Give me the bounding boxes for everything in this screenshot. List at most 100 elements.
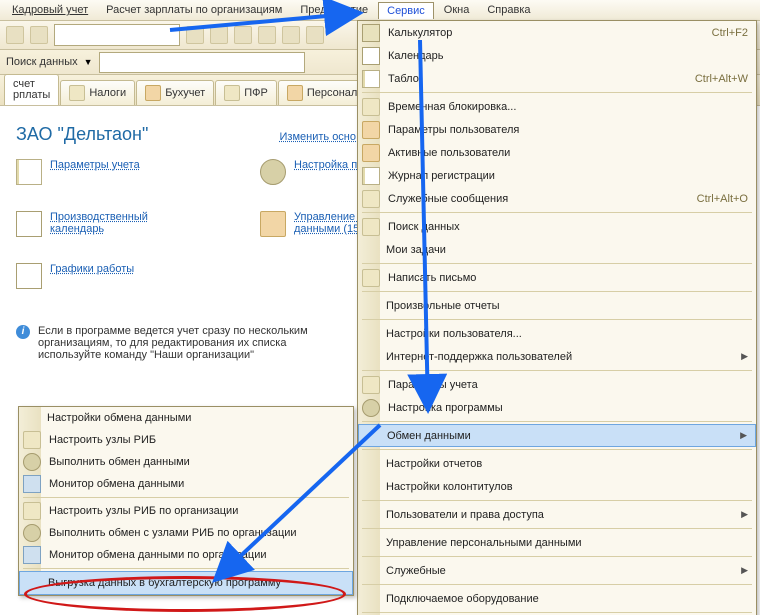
exchange-label: Выполнить обмен с узлами РИБ по организа…	[49, 527, 345, 539]
service-item-1[interactable]: Календарь	[358, 44, 756, 67]
service-item-21[interactable]: Настройка программы	[358, 396, 756, 419]
service-item-18[interactable]: Интернет-поддержка пользователей▶	[358, 345, 756, 368]
exchange-item-3[interactable]: Монитор обмена данными	[19, 473, 353, 495]
service-item-20[interactable]: Параметры учета	[358, 373, 756, 396]
toolbar-btn-5[interactable]	[234, 26, 252, 44]
menu-windows[interactable]: Окна	[436, 2, 478, 18]
exchange-item-7[interactable]: Монитор обмена данными по организации	[19, 544, 353, 566]
exchange-label: Монитор обмена данными	[49, 478, 345, 490]
toolbar-btn-3[interactable]	[186, 26, 204, 44]
service-label: Календарь	[388, 50, 748, 62]
edit-link[interactable]: Изменить осно	[280, 131, 356, 143]
service-label: Калькулятор	[388, 27, 704, 39]
exchange-item-6[interactable]: Выполнить обмен с узлами РИБ по организа…	[19, 522, 353, 544]
service-item-0[interactable]: Калькулятор Ctrl+F2	[358, 21, 756, 44]
service-label: Обмен данными	[387, 430, 732, 442]
card-schedules[interactable]: Графики работы	[16, 263, 200, 289]
ppl-icon	[362, 121, 380, 139]
exchange-item-0[interactable]: Настройки обмена данными	[19, 407, 353, 429]
blank-icon	[362, 591, 378, 607]
service-item-30[interactable]: Управление персональными данными	[358, 531, 756, 554]
submenu-arrow-icon: ▶	[741, 565, 748, 576]
blank-icon	[23, 410, 39, 426]
service-item-11[interactable]: Мои задачи	[358, 238, 756, 261]
monitor-icon	[23, 475, 41, 493]
service-item-32[interactable]: Служебные▶	[358, 559, 756, 582]
info-icon: i	[16, 325, 30, 339]
tab-taxes[interactable]: Налоги	[60, 80, 135, 105]
service-label: Настройка программы	[388, 402, 748, 414]
exchange-label: Выгрузка данных в бухгалтерскую программ…	[48, 577, 344, 589]
menu-service[interactable]: Сервис	[378, 2, 434, 19]
blank-icon	[24, 575, 40, 591]
toolbar-btn-2[interactable]	[30, 26, 48, 44]
menu-personnel[interactable]: Кадровый учет	[4, 2, 96, 18]
service-item-5[interactable]: Параметры пользователя	[358, 118, 756, 141]
service-item-34[interactable]: Подключаемое оборудование	[358, 587, 756, 610]
submenu-arrow-icon: ▶	[741, 351, 748, 362]
chevron-down-icon[interactable]: ▼	[84, 57, 93, 67]
toolbar-btn-6[interactable]	[258, 26, 276, 44]
blank-icon	[362, 242, 378, 258]
tab-accounting[interactable]: Бухучет	[136, 80, 214, 105]
exchange-label: Выполнить обмен данными	[49, 456, 345, 468]
blank-icon	[362, 456, 378, 472]
menu-enterprise[interactable]: Предприятие	[292, 2, 376, 18]
personnel-icon	[287, 85, 303, 101]
sq-icon	[23, 502, 41, 520]
doc-icon	[362, 167, 380, 185]
toolbar-input[interactable]	[54, 24, 180, 46]
card-calendar[interactable]: Производственный календарь	[16, 211, 200, 237]
sq-icon	[362, 98, 380, 116]
toolbar-btn-7[interactable]	[282, 26, 300, 44]
shortcut-label: Ctrl+Alt+O	[697, 193, 748, 205]
search-input[interactable]	[99, 52, 305, 73]
menu-payroll[interactable]: Расчет зарплаты по организациям	[98, 2, 290, 18]
service-item-6[interactable]: Активные пользователи	[358, 141, 756, 164]
service-item-28[interactable]: Пользователи и права доступа ▶	[358, 503, 756, 526]
card-params[interactable]: Параметры учета	[16, 159, 200, 185]
service-label: Пользователи и права доступа	[386, 509, 733, 521]
exchange-label: Монитор обмена данными по организации	[49, 549, 345, 561]
blank-icon	[362, 326, 378, 342]
exchange-item-5[interactable]: Настроить узлы РИБ по организации	[19, 500, 353, 522]
service-label: Журнал регистрации	[388, 170, 748, 182]
service-item-15[interactable]: Произвольные отчеты	[358, 294, 756, 317]
blank-icon	[362, 507, 378, 523]
gear-icon	[260, 159, 286, 185]
exchange-item-1[interactable]: Настроить узлы РИБ	[19, 429, 353, 451]
tab-personnel[interactable]: Персонал	[278, 80, 367, 105]
sq-icon	[362, 190, 380, 208]
tab-pfr[interactable]: ПФР	[215, 80, 277, 105]
service-item-13[interactable]: Написать письмо	[358, 266, 756, 289]
service-item-4[interactable]: Временная блокировка...	[358, 95, 756, 118]
shortcut-label: Ctrl+Alt+W	[695, 73, 748, 85]
gear-icon	[362, 399, 380, 417]
service-item-8[interactable]: Служебные сообщенияCtrl+Alt+O	[358, 187, 756, 210]
service-item-26[interactable]: Настройки колонтитулов	[358, 475, 756, 498]
toolbar-btn-8[interactable]	[306, 26, 324, 44]
submenu-arrow-icon: ▶	[741, 509, 748, 520]
menu-help[interactable]: Справка	[479, 2, 538, 18]
service-label: Настройки колонтитулов	[386, 481, 748, 493]
service-item-10[interactable]: Поиск данных	[358, 215, 756, 238]
service-item-25[interactable]: Настройки отчетов	[358, 452, 756, 475]
service-item-7[interactable]: Журнал регистрации	[358, 164, 756, 187]
service-item-2[interactable]: ТаблоCtrl+Alt+W	[358, 67, 756, 90]
blank-icon	[362, 349, 378, 365]
tab-payroll[interactable]: счет рплаты	[4, 74, 59, 105]
toolbar-btn-4[interactable]	[210, 26, 228, 44]
exchange-item-2[interactable]: Выполнить обмен данными	[19, 451, 353, 473]
toolbar-btn-1[interactable]	[6, 26, 24, 44]
sq-icon	[362, 376, 380, 394]
pfr-icon	[224, 85, 240, 101]
menubar: Кадровый учет Расчет зарплаты по организ…	[0, 0, 760, 21]
shortcut-label: Ctrl+F2	[712, 27, 748, 39]
exchange-submenu: Настройки обмена даннымиНастроить узлы Р…	[18, 406, 354, 596]
exchange-item-9[interactable]: Выгрузка данных в бухгалтерскую программ…	[19, 571, 353, 595]
cal-icon	[362, 47, 380, 65]
people-icon	[260, 211, 286, 237]
service-item-23[interactable]: Обмен данными▶	[358, 424, 756, 447]
service-item-17[interactable]: Настройки пользователя...	[358, 322, 756, 345]
gear-icon	[23, 524, 41, 542]
